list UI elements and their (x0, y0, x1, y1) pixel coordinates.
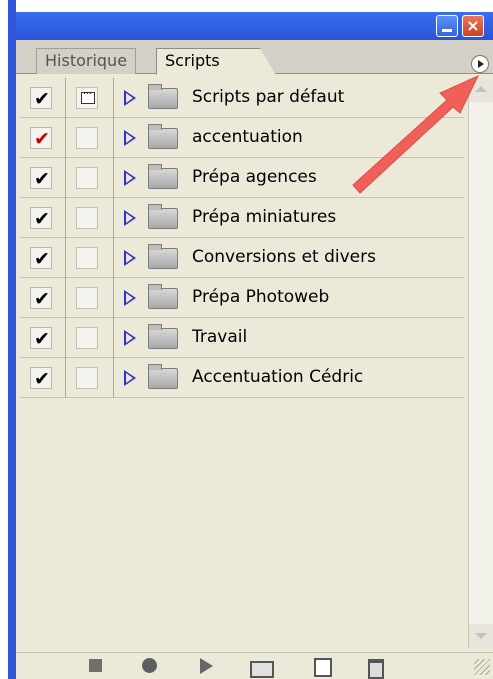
tab-scripts[interactable]: Scripts (156, 48, 276, 75)
expand-triangle-icon[interactable] (124, 210, 136, 226)
window-left-border (8, 0, 16, 679)
folder-icon (148, 204, 178, 229)
dialog-toggle-cell (66, 318, 114, 358)
toggle-cell: ✔ (20, 318, 66, 358)
expand-triangle-icon[interactable] (124, 170, 136, 186)
toggle-cell: ✔ (20, 198, 66, 238)
expand-triangle-icon[interactable] (124, 330, 136, 346)
list-item[interactable]: ✔ Travail (20, 318, 464, 358)
folder-icon (148, 124, 178, 149)
script-set-label: Prépa agences (192, 167, 317, 187)
dialog-toggle-checkbox[interactable] (76, 287, 98, 309)
list-item[interactable]: ✔ Prépa Photoweb (20, 278, 464, 318)
dialog-toggle-checkbox[interactable] (76, 207, 98, 229)
toggle-cell: ✔ (20, 158, 66, 198)
minimize-button[interactable] (436, 15, 458, 37)
checkmark-icon: ✔ (34, 368, 50, 390)
dialog-toggle-checkbox[interactable] (76, 87, 98, 109)
record-icon[interactable] (140, 657, 160, 675)
folder-icon (148, 164, 178, 189)
stop-icon[interactable] (86, 657, 106, 675)
dialog-toggle-checkbox[interactable] (76, 127, 98, 149)
script-set-label: Accentuation Cédric (192, 367, 364, 387)
title-bar[interactable]: × (16, 12, 493, 40)
checkmark-icon: ✔ (34, 168, 50, 190)
toggle-cell: ✔ (20, 78, 66, 118)
script-set-list: ✔ Scripts par défaut ✔ accentuation ✔ Prépa a… (20, 78, 464, 648)
expand-triangle-icon[interactable] (124, 290, 136, 306)
toggle-checkbox[interactable]: ✔ (30, 327, 52, 350)
tab-historique[interactable]: Historique (36, 48, 137, 74)
checkmark-icon: ✔ (34, 288, 50, 310)
new-script-icon[interactable] (311, 657, 332, 677)
folder-icon (148, 284, 178, 309)
toggle-checkbox[interactable]: ✔ (30, 247, 52, 270)
folder-icon (148, 84, 178, 109)
toggle-cell: ✔ (20, 278, 66, 318)
script-set-label: Prépa miniatures (192, 207, 337, 227)
folder-icon (148, 244, 178, 269)
panel-menu-icon[interactable] (471, 55, 489, 73)
list-item[interactable]: ✔ Prépa agences (20, 158, 464, 198)
list-item[interactable]: ✔ Accentuation Cédric (20, 358, 464, 398)
scripts-panel: Historique Scripts ✔ Scripts par défaut ✔ a… (16, 40, 493, 679)
dialog-toggle-cell (66, 78, 114, 118)
expand-triangle-icon[interactable] (124, 250, 136, 266)
script-set-label: Prépa Photoweb (192, 287, 330, 307)
expand-triangle-icon[interactable] (124, 370, 136, 386)
checkmark-icon: ✔ (34, 208, 50, 230)
checkmark-icon: ✔ (34, 248, 50, 270)
panel-tab-bar: Historique Scripts (16, 40, 493, 75)
list-item[interactable]: ✔ Conversions et divers (20, 238, 464, 278)
dialog-toggle-cell (66, 358, 114, 398)
dialog-toggle-cell (66, 118, 114, 158)
dialog-icon (81, 87, 95, 104)
script-set-label: Conversions et divers (192, 247, 376, 267)
script-set-label: Scripts par défaut (192, 87, 345, 107)
script-set-label: Travail (192, 327, 248, 347)
toggle-checkbox[interactable]: ✔ (30, 167, 52, 190)
dialog-toggle-cell (66, 158, 114, 198)
list-item[interactable]: ✔ Scripts par défaut (20, 78, 464, 118)
dialog-toggle-checkbox[interactable] (76, 327, 98, 349)
dialog-toggle-checkbox[interactable] (76, 247, 98, 269)
checkmark-icon: ✔ (34, 328, 50, 350)
checkmark-icon: ✔ (34, 88, 50, 110)
new-set-icon[interactable] (249, 657, 274, 678)
folder-icon (148, 324, 178, 349)
list-item[interactable]: ✔ Prépa miniatures (20, 198, 464, 238)
photoshop-scripts-panel-window: × Historique Scripts ✔ Scripts par défaut… (0, 0, 493, 679)
scroll-up-arrow-icon[interactable] (469, 78, 493, 102)
trash-icon[interactable] (364, 657, 384, 679)
scroll-down-arrow-icon[interactable] (469, 624, 493, 648)
panel-bottom-toolbar (16, 652, 493, 679)
expand-triangle-icon[interactable] (124, 90, 136, 106)
dialog-toggle-checkbox[interactable] (76, 167, 98, 189)
play-icon[interactable] (197, 657, 217, 675)
dialog-toggle-checkbox[interactable] (76, 367, 98, 389)
toggle-checkbox[interactable]: ✔ (30, 87, 52, 110)
script-set-label: accentuation (192, 127, 303, 147)
toggle-cell: ✔ (20, 238, 66, 278)
toggle-checkbox[interactable]: ✔ (30, 207, 52, 230)
dialog-toggle-cell (66, 198, 114, 238)
list-item[interactable]: ✔ accentuation (20, 118, 464, 158)
dialog-toggle-cell (66, 238, 114, 278)
toggle-cell: ✔ (20, 358, 66, 398)
checkmark-icon: ✔ (34, 128, 50, 150)
expand-triangle-icon[interactable] (124, 130, 136, 146)
toggle-checkbox[interactable]: ✔ (30, 367, 52, 390)
toggle-cell: ✔ (20, 118, 66, 158)
resize-grip-icon[interactable] (474, 659, 490, 675)
dialog-toggle-cell (66, 278, 114, 318)
close-button[interactable]: × (462, 15, 484, 37)
folder-icon (148, 364, 178, 389)
toggle-checkbox[interactable]: ✔ (30, 287, 52, 310)
toggle-checkbox[interactable]: ✔ (30, 127, 52, 150)
vertical-scrollbar[interactable] (468, 78, 493, 648)
